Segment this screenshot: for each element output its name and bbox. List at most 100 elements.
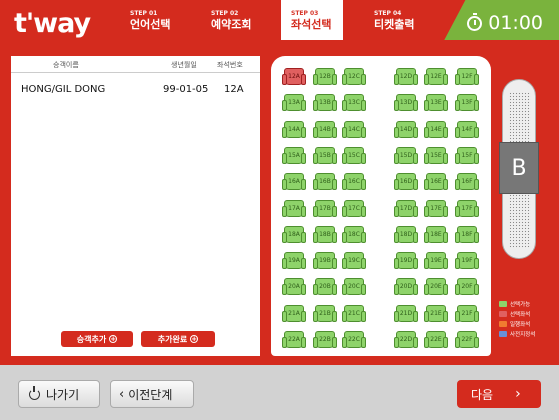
- seat-21A[interactable]: 21A: [282, 304, 306, 322]
- previous-step-button[interactable]: ‹ 이전단계: [110, 380, 194, 408]
- seat-21B[interactable]: 21B: [313, 304, 337, 322]
- legend-swatch: [499, 321, 507, 327]
- seat-12D[interactable]: 12D: [394, 68, 418, 85]
- seat-22F[interactable]: 22F: [455, 331, 479, 348]
- seat-18E[interactable]: 18E: [424, 225, 448, 243]
- seat-14F[interactable]: 14F: [455, 120, 479, 138]
- seat-15E[interactable]: 15E: [424, 146, 448, 164]
- seat-13F[interactable]: 13F: [455, 94, 479, 112]
- seat-17F[interactable]: 17F: [455, 199, 479, 217]
- previous-step-label: 이전단계: [128, 387, 173, 402]
- seat-16F[interactable]: 16F: [455, 173, 479, 191]
- seat-18B[interactable]: 18B: [313, 225, 337, 243]
- stopwatch-icon: [467, 12, 483, 31]
- seat-19D[interactable]: 19D: [394, 252, 418, 270]
- seat-19B[interactable]: 19B: [313, 252, 337, 270]
- add-done-label: 추가완료: [157, 334, 188, 344]
- seat-15C[interactable]: 15C: [342, 146, 366, 164]
- seat-20D[interactable]: 20D: [394, 278, 418, 296]
- exit-label: 나가기: [46, 387, 80, 402]
- legend-item: 선택가능: [499, 299, 535, 309]
- plus-icon: +: [190, 335, 199, 343]
- seat-18F[interactable]: 18F: [455, 225, 479, 243]
- seat-18C[interactable]: 18C: [342, 225, 366, 243]
- step-label: 예약조회: [211, 18, 252, 31]
- seat-12E[interactable]: 12E: [424, 68, 448, 85]
- step-label: 언어선택: [130, 18, 171, 31]
- timer: 01:00: [467, 12, 543, 34]
- seat-13E[interactable]: 13E: [424, 94, 448, 112]
- seat-16B[interactable]: 16B: [313, 173, 337, 191]
- seat-19F[interactable]: 19F: [455, 252, 479, 270]
- seat-22A[interactable]: 22A: [282, 331, 306, 348]
- step-1: STEP 01 언어선택: [130, 10, 170, 32]
- seat-22D[interactable]: 22D: [394, 331, 418, 348]
- seat-21C[interactable]: 21C: [342, 304, 366, 322]
- seat-14B[interactable]: 14B: [313, 120, 337, 138]
- seat-12B[interactable]: 12B: [313, 68, 337, 85]
- seat-13B[interactable]: 13B: [313, 94, 337, 112]
- legend-swatch: [499, 301, 507, 307]
- seat-20B[interactable]: 20B: [313, 278, 337, 296]
- add-passenger-button[interactable]: 승객추가 +: [61, 331, 133, 347]
- seat-19A[interactable]: 19A: [282, 252, 306, 270]
- seat-15B[interactable]: 15B: [313, 146, 337, 164]
- seat-22C[interactable]: 22C: [342, 331, 366, 348]
- legend-item: 사전지정석: [499, 329, 535, 339]
- seat-13A[interactable]: 13A: [282, 94, 306, 112]
- seat-14E[interactable]: 14E: [424, 120, 448, 138]
- seat-17E[interactable]: 17E: [424, 199, 448, 217]
- seat-13D[interactable]: 13D: [394, 94, 418, 112]
- seat-18D[interactable]: 18D: [394, 225, 418, 243]
- add-done-button[interactable]: 추가완료 +: [141, 331, 215, 347]
- legend-swatch: [499, 331, 507, 337]
- seat-16D[interactable]: 16D: [394, 173, 418, 191]
- seat-15A[interactable]: 15A: [282, 146, 306, 164]
- zone-indicator[interactable]: B: [499, 142, 539, 194]
- seat-17B[interactable]: 17B: [313, 199, 337, 217]
- seat-20E[interactable]: 20E: [424, 278, 448, 296]
- seat-15F[interactable]: 15F: [455, 146, 479, 164]
- seat-14A[interactable]: 14A: [282, 120, 306, 138]
- seat-14C[interactable]: 14C: [342, 120, 366, 138]
- chevron-left-icon: ‹: [119, 386, 125, 402]
- seat-16C[interactable]: 16C: [342, 173, 366, 191]
- seat-19E[interactable]: 19E: [424, 252, 448, 270]
- next-button[interactable]: 다음 ›: [457, 380, 541, 408]
- add-passenger-label: 승객추가: [76, 334, 107, 344]
- header-divider: [11, 72, 260, 73]
- seat-12C[interactable]: 12C: [342, 68, 366, 85]
- seat-20F[interactable]: 20F: [455, 278, 479, 296]
- plus-icon: +: [109, 335, 118, 343]
- seat-16E[interactable]: 16E: [424, 173, 448, 191]
- seat-15D[interactable]: 15D: [394, 146, 418, 164]
- seat-19C[interactable]: 19C: [342, 252, 366, 270]
- timer-value: 01:00: [488, 12, 543, 34]
- seat-20C[interactable]: 20C: [342, 278, 366, 296]
- seat-12F[interactable]: 12F: [455, 68, 479, 85]
- seat-22E[interactable]: 22E: [424, 331, 448, 348]
- seat-22B[interactable]: 22B: [313, 331, 337, 348]
- seat-20A[interactable]: 20A: [282, 278, 306, 296]
- passenger-seat: 12A: [224, 84, 244, 95]
- legend-label: 선택가능: [510, 302, 531, 308]
- seat-17C[interactable]: 17C: [342, 199, 366, 217]
- next-label: 다음: [471, 387, 494, 402]
- step-number: STEP 01: [130, 10, 158, 17]
- seat-21D[interactable]: 21D: [394, 304, 418, 322]
- seat-13C[interactable]: 13C: [342, 94, 366, 112]
- seat-21F[interactable]: 21F: [455, 304, 479, 322]
- step-3-active: STEP 03 좌석선택: [281, 0, 343, 40]
- seat-18A[interactable]: 18A: [282, 225, 306, 243]
- exit-button[interactable]: 나가기: [18, 380, 100, 408]
- seat-21E[interactable]: 21E: [424, 304, 448, 322]
- seat-17D[interactable]: 17D: [394, 199, 418, 217]
- seat-14D[interactable]: 14D: [394, 120, 418, 138]
- legend-label: 선택좌석: [510, 312, 531, 318]
- column-header-name: 승객이름: [53, 61, 79, 69]
- seat-12A[interactable]: 12A: [282, 68, 306, 85]
- step-number: STEP 03: [291, 10, 319, 17]
- passenger-name[interactable]: HONG/GIL DONG: [21, 84, 105, 95]
- seat-17A[interactable]: 17A: [282, 199, 306, 217]
- seat-16A[interactable]: 16A: [282, 173, 306, 191]
